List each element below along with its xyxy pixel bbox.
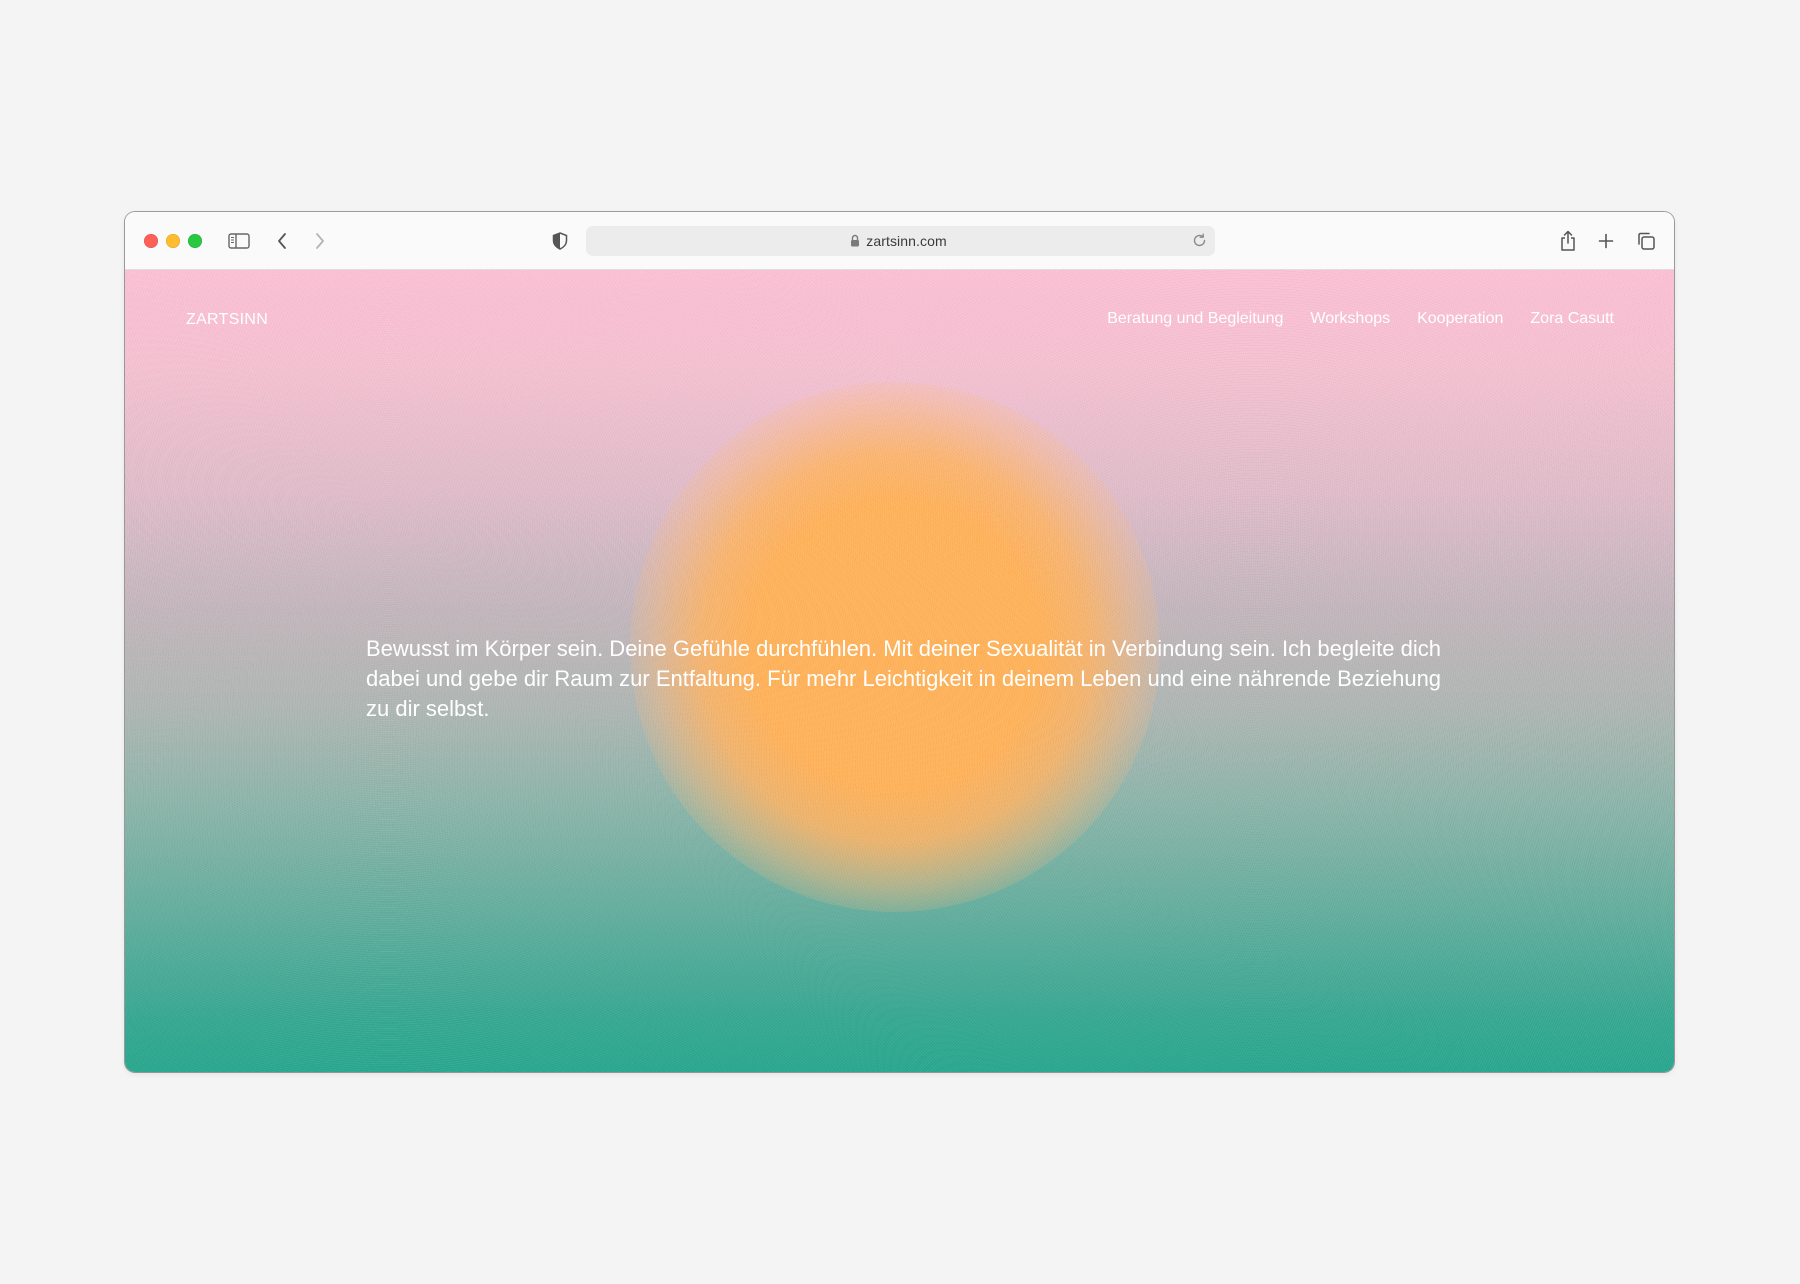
site-logo[interactable]: ZARTSINN [186,311,268,329]
zoom-window-icon[interactable] [188,234,202,248]
nav-beratung-und-begleitung[interactable]: Beratung und Begleitung [1107,310,1283,328]
close-window-icon[interactable] [144,234,158,248]
minimize-window-icon[interactable] [166,234,180,248]
tab-overview-icon[interactable] [1633,228,1659,254]
new-tab-plus-icon[interactable] [1593,228,1619,254]
hero-intro-text: Bewusst im Körper sein. Deine Gefühle du… [366,636,1442,721]
sidebar-icon[interactable] [226,228,252,254]
page-viewport: ZARTSINN Beratung und Begleitung Worksho… [125,270,1674,1072]
reload-icon[interactable] [1192,233,1207,253]
back-chevron-icon[interactable] [269,228,295,254]
browser-toolbar: zartsinn.com [125,212,1674,270]
forward-chevron-icon[interactable] [307,228,333,254]
address-bar[interactable]: zartsinn.com [586,226,1215,256]
browser-window: zartsinn.com ZARTSINN Beratung und Begle… [125,212,1674,1072]
nav-workshops[interactable]: Workshops [1310,310,1390,328]
nav-zora-casutt[interactable]: Zora Casutt [1530,310,1614,328]
nav-kooperation[interactable]: Kooperation [1417,310,1503,328]
share-icon[interactable] [1555,228,1581,254]
privacy-shield-icon[interactable] [547,228,573,254]
url-text: zartsinn.com [866,233,947,249]
main-nav: Beratung und Begleitung Workshops Kooper… [1107,310,1614,328]
